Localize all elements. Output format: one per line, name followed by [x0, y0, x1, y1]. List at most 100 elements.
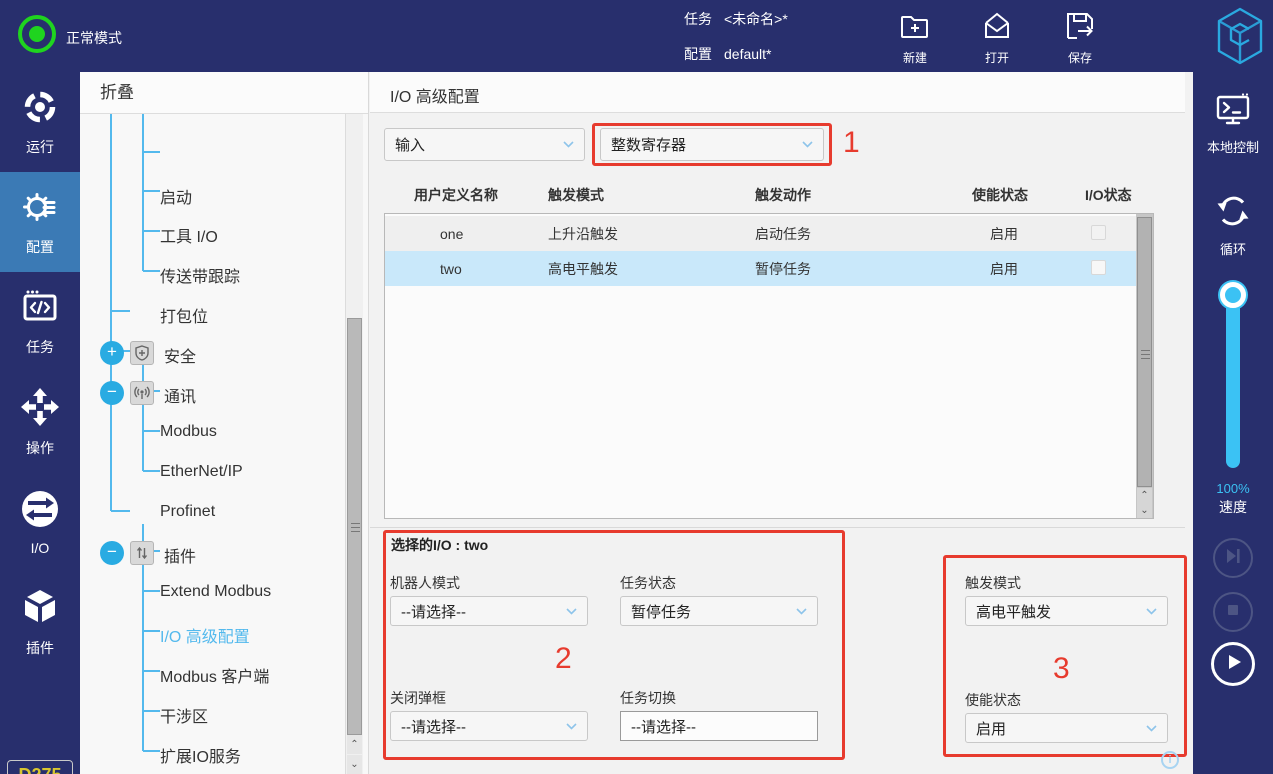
- tree-item-ethernet-ip[interactable]: EtherNet/IP: [80, 460, 340, 486]
- stop-button[interactable]: [1213, 592, 1253, 632]
- register-type-select[interactable]: 整数寄存器: [600, 128, 824, 161]
- tree-node-plugins[interactable]: − 插件: [80, 540, 340, 566]
- table-scrollbar-thumb[interactable]: [1137, 217, 1152, 487]
- col-trigger-mode: 触发模式: [548, 185, 755, 205]
- io-state-checkbox[interactable]: [1091, 225, 1106, 240]
- col-trigger-action: 触发动作: [755, 185, 972, 205]
- scroll-down-icon[interactable]: ⌄: [1137, 503, 1152, 518]
- loop-cycle-icon: [1214, 217, 1252, 234]
- right-sidebar: 本地控制 循环 100% 速度: [1193, 72, 1273, 774]
- loop-button[interactable]: 循环: [1193, 192, 1273, 258]
- page-header: I/O 高级配置: [370, 72, 1185, 113]
- scroll-up-icon[interactable]: ⌃: [1137, 488, 1152, 503]
- table-row-two-selected[interactable]: two 高电平触发 暂停任务 启用: [385, 251, 1153, 286]
- open-button[interactable]: 打开: [974, 10, 1020, 66]
- config-name-row: 配置 default*: [684, 44, 771, 64]
- task-value: <未命名>*: [724, 11, 788, 27]
- chevron-down-icon: [566, 723, 577, 730]
- sidebar-item-operate[interactable]: 操作: [0, 372, 80, 472]
- play-button[interactable]: [1211, 642, 1255, 686]
- mode-label: 正常模式: [66, 28, 122, 48]
- chevron-down-icon: [1146, 608, 1157, 615]
- tree-node-safety[interactable]: + 安全: [80, 340, 340, 366]
- run-target-icon: [21, 88, 59, 131]
- tree-item-modbus[interactable]: Modbus: [80, 420, 340, 446]
- info-icon[interactable]: i: [1161, 751, 1179, 769]
- brand-logo-icon: [1216, 7, 1264, 70]
- open-file-icon: [981, 29, 1013, 46]
- panel-divider: [370, 527, 1185, 528]
- enable-state-label: 使能状态: [965, 690, 1021, 710]
- config-gear-icon: [21, 188, 59, 231]
- annotation-number-2: 2: [555, 642, 572, 676]
- new-file-icon: [899, 29, 931, 46]
- col-io-state: I/O状态: [1085, 185, 1154, 205]
- speed-label: 速度: [1193, 497, 1273, 517]
- tree-collapse-header[interactable]: 折叠: [80, 72, 368, 114]
- tree-item-io-advanced-config[interactable]: I/O 高级配置: [80, 620, 340, 646]
- stop-icon: [1224, 601, 1242, 624]
- close-popup-label: 关闭弹框: [390, 688, 446, 708]
- tree-scrollbar-thumb[interactable]: [347, 318, 362, 735]
- task-name-row: 任务 <未命名>*: [684, 9, 788, 29]
- selected-io-label: 选择的I/O : two: [391, 535, 488, 555]
- config-label: 配置: [684, 46, 712, 62]
- chevron-down-icon: [796, 608, 807, 615]
- tree-item-profinet[interactable]: Profinet: [80, 500, 340, 526]
- robot-mode-select[interactable]: --请选择--: [390, 596, 588, 626]
- robot-mode-label: 机器人模式: [390, 573, 460, 593]
- speed-slider-track[interactable]: [1226, 290, 1240, 468]
- tree-item-pack-position[interactable]: 打包位: [80, 300, 340, 326]
- shield-icon: [130, 341, 154, 365]
- local-control-terminal-icon: [1214, 115, 1252, 132]
- io-swap-icon: [20, 489, 60, 534]
- tree-item-extend-modbus[interactable]: Extend Modbus: [80, 580, 340, 606]
- sidebar-item-io[interactable]: I/O: [0, 472, 80, 572]
- sidebar-item-run[interactable]: 运行: [0, 72, 80, 172]
- new-button[interactable]: 新建: [892, 10, 938, 66]
- task-label: 任务: [684, 11, 712, 27]
- sidebar-item-plugin[interactable]: 插件: [0, 572, 80, 672]
- task-switch-field[interactable]: --请选择--: [620, 711, 818, 741]
- speed-slider-handle[interactable]: [1220, 282, 1246, 308]
- task-state-label: 任务状态: [620, 573, 676, 593]
- collapse-minus-icon[interactable]: −: [100, 381, 124, 405]
- save-button[interactable]: 保存: [1057, 10, 1103, 66]
- close-popup-select[interactable]: --请选择--: [390, 711, 588, 741]
- local-control-button[interactable]: 本地控制: [1193, 92, 1273, 156]
- annotation-number-1: 1: [843, 126, 860, 160]
- chevron-down-icon: [802, 141, 813, 148]
- sidebar-item-task[interactable]: 任务: [0, 272, 80, 372]
- tree-item-tool-io[interactable]: 工具 I/O: [80, 220, 340, 246]
- config-value: default*: [724, 46, 771, 62]
- status-indicator-icon: [18, 15, 56, 53]
- step-forward-button[interactable]: [1213, 538, 1253, 578]
- task-state-select[interactable]: 暂停任务: [620, 596, 818, 626]
- left-sidebar: 运行 配置 任务 操作 I/O: [0, 72, 80, 774]
- enable-state-select[interactable]: 启用: [965, 713, 1168, 743]
- expand-plus-icon[interactable]: +: [100, 341, 124, 365]
- table-row-one[interactable]: one 上升沿触发 启动任务 启用: [385, 216, 1153, 251]
- sidebar-item-config[interactable]: 配置: [0, 172, 80, 272]
- tree-item-modbus-client[interactable]: Modbus 客户端: [80, 660, 340, 686]
- col-user-defined-name: 用户定义名称: [414, 185, 548, 205]
- chevron-down-icon: [1146, 725, 1157, 732]
- scroll-down-icon[interactable]: ⌄: [347, 755, 362, 774]
- collapse-minus-icon[interactable]: −: [100, 541, 124, 565]
- top-bar: 正常模式 任务 <未命名>* 配置 default* 新建 打开 保存: [0, 0, 1273, 72]
- tree-node-communication[interactable]: − 通讯: [80, 380, 340, 406]
- play-icon: [1223, 652, 1243, 677]
- trigger-mode-select[interactable]: 高电平触发: [965, 596, 1168, 626]
- io-table: one 上升沿触发 启动任务 启用 two 高电平触发 暂停任务 启用 ⌃ ⌄: [384, 213, 1154, 519]
- io-direction-select[interactable]: 输入: [384, 128, 585, 161]
- tree-item-conveyor-tracking[interactable]: 传送带跟踪: [80, 260, 340, 286]
- table-scrollbar[interactable]: ⌃ ⌄: [1136, 214, 1153, 518]
- tree-item-interference-zone[interactable]: 干涉区: [80, 700, 340, 726]
- tree-item-extend-io-service[interactable]: 扩展IO服务: [80, 740, 340, 766]
- tree-scrollbar[interactable]: ⌃ ⌄: [345, 114, 363, 774]
- annotation-number-3: 3: [1053, 652, 1070, 686]
- page-title: I/O 高级配置: [390, 83, 480, 107]
- tree-item-startup[interactable]: 启动: [80, 181, 340, 207]
- scroll-up-icon[interactable]: ⌃: [347, 735, 362, 754]
- io-state-checkbox[interactable]: [1091, 260, 1106, 275]
